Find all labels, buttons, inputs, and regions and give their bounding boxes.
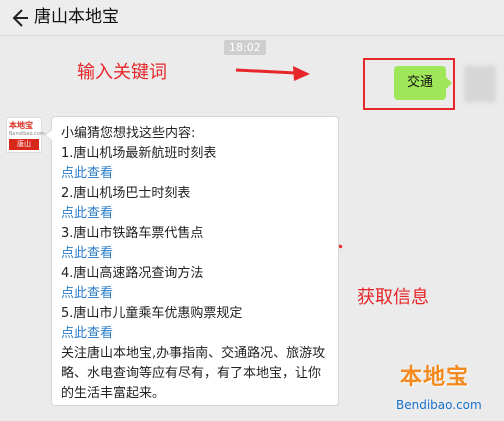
account-avatar[interactable]: 本地宝 Bendibao.com 唐山 [6, 117, 45, 153]
logo-bottom-text: 唐山 [9, 139, 39, 150]
arrow-to-keyword-icon [235, 66, 310, 81]
logo-mid-text: Bendibao.com [9, 131, 45, 137]
reply-footer: 关注唐山本地宝,办事指南、交通路况、旅游攻略、水电查询等应有尽有，有了本地宝，让… [61, 346, 326, 401]
user-avatar[interactable] [464, 66, 496, 102]
reply-item-title: 3.唐山市铁路车票代售点 [61, 226, 204, 241]
chat-header: 唐山本地宝 [0, 0, 504, 36]
incoming-message-bubble: 小编猜您想找这些内容: 1.唐山机场最新航班时刻表 点此查看 2.唐山机场巴士时… [45, 116, 339, 406]
back-arrow-icon[interactable] [9, 7, 29, 29]
reply-item-link[interactable]: 点此查看 [61, 244, 329, 264]
watermark-main-text: 本地宝 [400, 365, 470, 390]
reply-item-link[interactable]: 点此查看 [61, 204, 329, 224]
reply-intro: 小编猜您想找这些内容: [61, 126, 196, 141]
outgoing-message-text: 交通 [406, 75, 433, 90]
watermark-url-text: Bendibao.com [396, 398, 482, 412]
watermark-logo: 本地宝 Bendibao.com [386, 360, 500, 418]
annotation-result: 获取信息 [357, 287, 429, 308]
reply-item-link[interactable]: 点此查看 [61, 284, 329, 304]
reply-item-title: 4.唐山高速路况查询方法 [61, 266, 204, 281]
annotation-keyword: 输入关键词 [77, 62, 167, 83]
reply-item-title: 2.唐山机场巴士时刻表 [61, 186, 191, 201]
chat-title: 唐山本地宝 [34, 7, 119, 27]
message-timestamp: 18:02 [224, 40, 266, 55]
reply-item-title: 1.唐山机场最新航班时刻表 [61, 146, 217, 161]
outgoing-message-bubble[interactable]: 交通 [394, 66, 452, 100]
reply-item-title: 5.唐山市儿童乘车优惠购票规定 [61, 306, 243, 321]
logo-top-text: 本地宝 [9, 121, 33, 130]
reply-item-link[interactable]: 点此查看 [61, 164, 329, 184]
reply-item-link[interactable]: 点此查看 [61, 324, 329, 344]
